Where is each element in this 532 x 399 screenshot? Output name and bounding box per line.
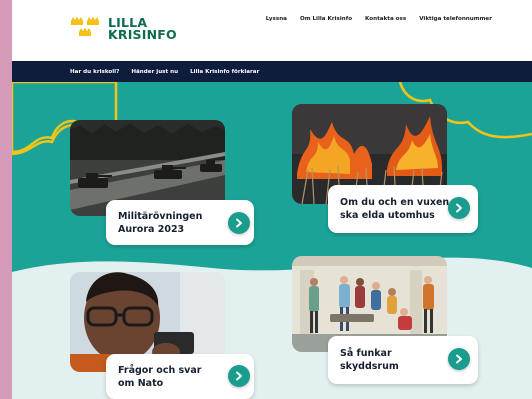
main-nav-happening-now[interactable]: Händer just nu bbox=[131, 69, 178, 75]
main-nav-crisis-check[interactable]: Har du kriskoll? bbox=[70, 69, 119, 75]
chevron-right-icon bbox=[236, 218, 242, 228]
top-nav-phone-numbers[interactable]: Viktiga telefonnummer bbox=[419, 16, 492, 22]
chevron-right-icon bbox=[236, 371, 242, 381]
logo-line-2: KRISINFO bbox=[108, 27, 177, 42]
main-nav-explains[interactable]: Lilla Krisinfo förklarar bbox=[190, 69, 259, 75]
website: LILLA KRISINFO Lyssna Om Lilla Krisinfo … bbox=[12, 0, 532, 399]
card-arrow-shelter[interactable] bbox=[448, 348, 470, 370]
top-nav-contact[interactable]: Kontakta oss bbox=[365, 16, 406, 22]
card-title-shelter: Så funkar skyddsrum bbox=[340, 348, 399, 372]
header: LILLA KRISINFO Lyssna Om Lilla Krisinfo … bbox=[12, 0, 532, 61]
card-arrow-fire[interactable] bbox=[448, 197, 470, 219]
logo[interactable]: LILLA KRISINFO bbox=[70, 16, 177, 42]
main-nav: Har du kriskoll? Händer just nu Lilla Kr… bbox=[12, 61, 532, 82]
chevron-right-icon bbox=[456, 354, 462, 364]
top-nav: Lyssna Om Lilla Krisinfo Kontakta oss Vi… bbox=[266, 16, 492, 22]
top-nav-about[interactable]: Om Lilla Krisinfo bbox=[300, 16, 352, 22]
hero-section: Militärövningen Aurora 2023 Om du och en… bbox=[12, 82, 532, 399]
chevron-right-icon bbox=[456, 203, 462, 213]
card-title-military: Militärövningen Aurora 2023 bbox=[118, 210, 203, 235]
card-title-nato: Frågor och svar om Nato bbox=[118, 364, 202, 389]
logo-text: LILLA KRISINFO bbox=[108, 16, 177, 42]
top-nav-listen[interactable]: Lyssna bbox=[266, 16, 287, 22]
card-arrow-military[interactable] bbox=[228, 212, 250, 234]
three-crowns-icon bbox=[71, 16, 99, 36]
card-title-fire: Om du och en vuxen ska elda utomhus bbox=[340, 197, 450, 221]
card-arrow-nato[interactable] bbox=[228, 365, 250, 387]
